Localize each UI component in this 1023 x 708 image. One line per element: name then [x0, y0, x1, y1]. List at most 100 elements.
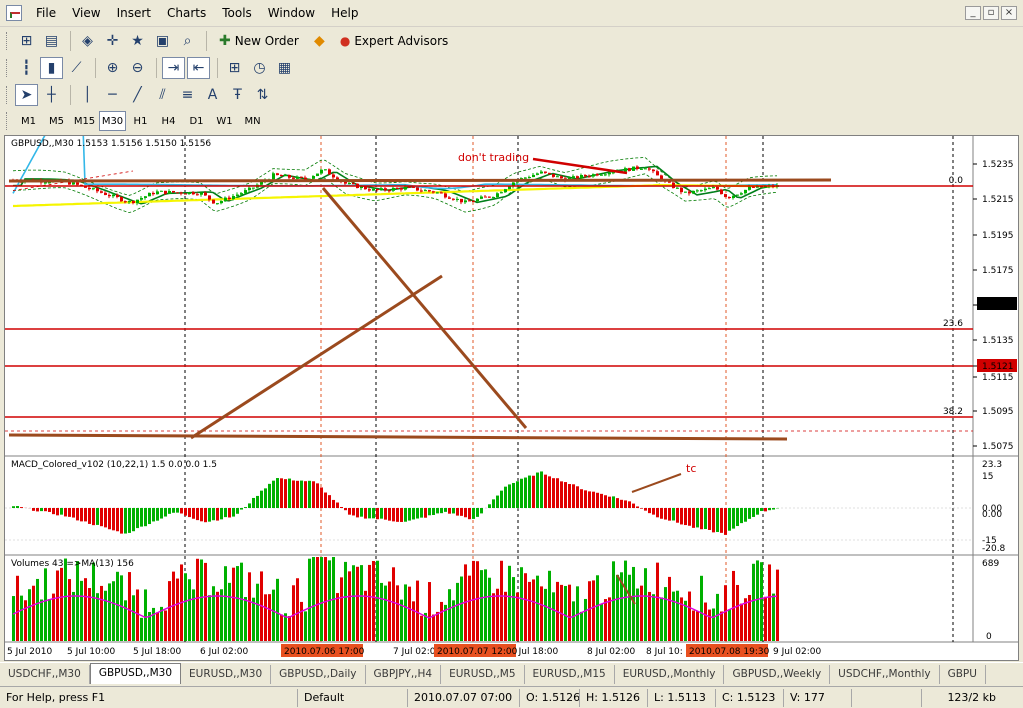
candle-body — [232, 196, 235, 200]
macd-bar — [124, 508, 127, 534]
volume-bar — [228, 582, 231, 641]
menu-file[interactable]: File — [28, 3, 64, 23]
menu-help[interactable]: Help — [323, 3, 366, 23]
horizontal-line-button[interactable]: ─ — [101, 84, 124, 106]
candle-body — [284, 174, 287, 177]
chart-window[interactable]: 0.0 23.6 38.2 don't trading tc 1.5235 1.5215 1… — [4, 135, 1019, 661]
menu-charts[interactable]: Charts — [159, 3, 214, 23]
menu-window[interactable]: Window — [260, 3, 323, 23]
candlestick-button[interactable]: ▮ — [40, 56, 63, 79]
tab-gbpu[interactable]: GBPU — [940, 665, 986, 684]
trendline-button[interactable]: ╱ — [126, 84, 149, 106]
volume-bar — [240, 562, 243, 641]
volume-bar — [128, 572, 131, 641]
chart-canvas[interactable]: 0.023.638.2don't tradingtc 1.52351.52151… — [5, 136, 1018, 660]
macd-bar — [548, 476, 551, 508]
zoom-in-button[interactable]: ⊕ — [101, 57, 124, 79]
line-chart-button[interactable]: ⟋ — [65, 57, 88, 79]
crosshair-button[interactable]: ┼ — [40, 84, 63, 106]
volume-bar — [16, 575, 19, 641]
metaeditor-button[interactable]: ◆ — [308, 30, 331, 52]
macd-bar — [560, 481, 563, 508]
macd-bar — [184, 508, 187, 516]
macd-bar — [384, 508, 387, 520]
menu-view[interactable]: View — [64, 3, 108, 23]
volume-bar — [248, 572, 251, 641]
period-d1[interactable]: D1 — [183, 111, 210, 131]
volume-bar — [324, 557, 327, 641]
tab-eurusd-m30[interactable]: EURUSD,,M30 — [181, 665, 272, 684]
tab-gbpjpy-h4[interactable]: GBPJPY,,H4 — [366, 665, 442, 684]
volume-bar — [320, 557, 323, 641]
volume-bar — [732, 570, 735, 641]
candle-body — [740, 193, 743, 195]
tab-eurusd-monthly[interactable]: EURUSD,,Monthly — [615, 665, 725, 684]
volume-bar — [144, 589, 147, 641]
macd-bar — [636, 506, 639, 508]
arrow-cursor-icon: ➤ — [20, 86, 33, 103]
tab-gbpusd-m30[interactable]: GBPUSD,,M30 — [89, 663, 182, 684]
period-m5[interactable]: M5 — [43, 111, 70, 131]
volume-bar — [692, 610, 695, 641]
period-h1[interactable]: H1 — [127, 111, 154, 131]
profiles-button[interactable]: ▤ — [40, 30, 63, 52]
equidistant-channel-button[interactable]: ⫽ — [151, 84, 174, 106]
tab-eurusd-m5[interactable]: EURUSD,,M5 — [441, 665, 525, 684]
period-m30[interactable]: M30 — [99, 111, 126, 131]
cursor-button[interactable]: ➤ — [15, 83, 38, 106]
tab-eurusd-m15[interactable]: EURUSD,,M15 — [525, 665, 615, 684]
period-m1[interactable]: M1 — [15, 111, 42, 131]
period-w1[interactable]: W1 — [211, 111, 238, 131]
chart-tab-bar: USDCHF,,M30 GBPUSD,,M30 EURUSD,,M30 GBPU… — [0, 662, 1023, 684]
macd-bar — [88, 508, 91, 524]
volume-bar — [376, 560, 379, 641]
fibonacci-button[interactable]: ≡ — [176, 84, 199, 106]
period-h4[interactable]: H4 — [155, 111, 182, 131]
tab-usdchf-monthly[interactable]: USDCHF,,Monthly — [830, 665, 940, 684]
indicators-icon: ⊞ — [228, 59, 241, 76]
volume-bar — [764, 596, 767, 641]
terminal-button[interactable]: ▣ — [151, 30, 174, 52]
chart-shift-button[interactable]: ⇤ — [187, 56, 210, 79]
new-order-button[interactable]: ✚ New Order — [212, 30, 306, 52]
toolbar-separator — [217, 57, 218, 78]
volume-bar — [756, 560, 759, 641]
price-axis: 1.5235 1.5215 1.5195 1.5175 1.5156 1.5135 1.51… — [973, 160, 1017, 642]
minimize-button[interactable]: _ — [965, 6, 981, 20]
macd-bar — [176, 508, 179, 513]
macd-bar — [712, 508, 715, 533]
candle-body — [288, 174, 291, 178]
navigator-button[interactable]: ★ — [126, 30, 149, 52]
vertical-line-button[interactable]: │ — [76, 84, 99, 106]
indicators-button[interactable]: ⊞ — [223, 57, 246, 79]
restore-button[interactable]: ▫ — [983, 6, 999, 20]
text-label-button[interactable]: Ŧ — [226, 84, 249, 106]
menu-tools[interactable]: Tools — [214, 3, 260, 23]
strategy-tester-button[interactable]: ⌕ — [176, 30, 199, 52]
volume-bar — [92, 562, 95, 641]
data-window-button[interactable]: ✛ — [101, 30, 124, 52]
macd-bar — [64, 508, 67, 517]
auto-scroll-button[interactable]: ⇥ — [162, 56, 185, 79]
close-button[interactable]: × — [1001, 6, 1017, 20]
new-chart-button[interactable]: ⊞ — [15, 30, 38, 52]
text-button[interactable]: A — [201, 84, 224, 106]
arrows-button[interactable]: ⇅ — [251, 84, 274, 106]
period-mn[interactable]: MN — [239, 111, 266, 131]
macd-bar — [644, 508, 647, 511]
window-controls: _ ▫ × — [965, 6, 1017, 20]
market-watch-button[interactable]: ◈ — [76, 30, 99, 52]
zoom-out-button[interactable]: ⊖ — [126, 57, 149, 79]
volume-bar — [588, 581, 591, 641]
bar-chart-button[interactable]: ┇ — [15, 57, 38, 79]
tab-gbpusd-weekly[interactable]: GBPUSD,,Weekly — [724, 665, 831, 684]
periods-button[interactable]: ◷ — [248, 57, 271, 79]
menu-insert[interactable]: Insert — [109, 3, 159, 23]
templates-button[interactable]: ▦ — [273, 57, 296, 79]
tab-usdchf-m30[interactable]: USDCHF,,M30 — [0, 665, 90, 684]
toolbar-grip — [6, 58, 9, 77]
volume-bar — [752, 563, 755, 641]
expert-advisors-button[interactable]: ● Expert Advisors — [333, 30, 455, 52]
tab-gbpusd-daily[interactable]: GBPUSD,,Daily — [271, 665, 366, 684]
period-m15[interactable]: M15 — [71, 111, 98, 131]
